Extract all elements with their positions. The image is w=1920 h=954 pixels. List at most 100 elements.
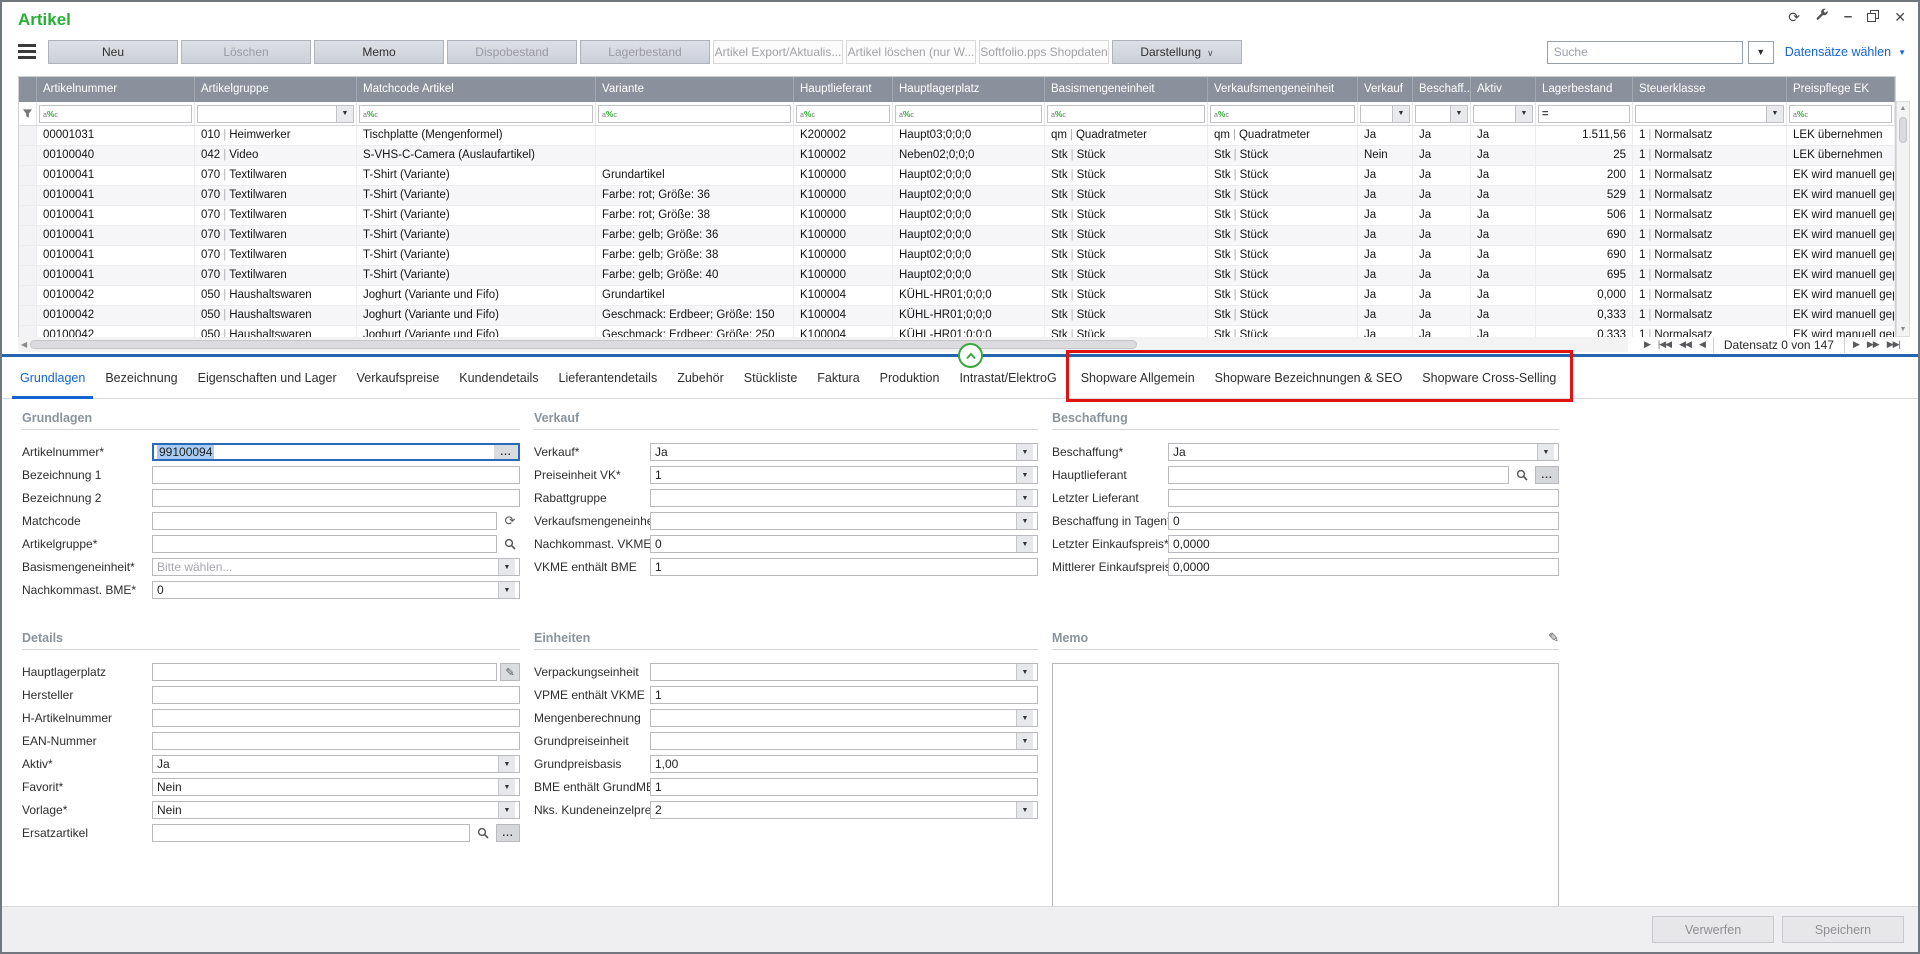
- field-artikelnummer-input[interactable]: 99100094...: [152, 443, 520, 461]
- dropdown-arrow-icon[interactable]: ▼: [1016, 664, 1033, 680]
- column-header-matchcode-artikel[interactable]: Matchcode Artikel: [357, 77, 596, 102]
- filter-dropdown-button[interactable]: ▼: [1748, 41, 1774, 64]
- dropdown-arrow-icon[interactable]: ▼: [1016, 513, 1033, 529]
- filter-input-lagerbestand[interactable]: =: [1538, 105, 1630, 123]
- field-vkme-enthalt-bme-input[interactable]: 1: [650, 558, 1038, 576]
- filter-input-verkaufsmengeneinheit[interactable]: a%c: [1210, 105, 1355, 123]
- filter-input-verkauf[interactable]: [1360, 105, 1393, 123]
- field-verkaufsmengeneinheit-input[interactable]: ▼: [650, 512, 1038, 530]
- field-matchcode-input[interactable]: [152, 512, 497, 530]
- table-row[interactable]: 00001031010|HeimwerkerTischplatte (Menge…: [19, 126, 1895, 146]
- dropdown-arrow-icon[interactable]: ▼: [498, 582, 515, 598]
- tab-faktura[interactable]: Faktura: [807, 357, 869, 399]
- filter-input-artikelnummer[interactable]: a%c: [39, 105, 192, 123]
- field-h-artikelnummer-input[interactable]: [152, 709, 520, 727]
- field-artikelgruppe-input[interactable]: [152, 535, 497, 553]
- column-header-steuerklasse[interactable]: Steuerklasse: [1633, 77, 1787, 102]
- nav-prev[interactable]: ◀: [1699, 339, 1705, 350]
- toolbar-button-artikel-export-aktualis[interactable]: Artikel Export/Aktualis...: [713, 40, 843, 64]
- refresh-icon[interactable]: ⟳: [500, 512, 520, 530]
- filter-cell-beschaff[interactable]: ▼: [1413, 102, 1471, 125]
- filter-input-matchcode-artikel[interactable]: a%c: [359, 105, 593, 123]
- field-grundpreiseinheit-input[interactable]: ▼: [650, 732, 1038, 750]
- column-header-aktiv[interactable]: Aktiv: [1471, 77, 1536, 102]
- field-bezeichnung-1-input[interactable]: [152, 466, 520, 484]
- filter-input-artikelgruppe[interactable]: [197, 105, 337, 123]
- field-ersatzartikel-input[interactable]: [152, 824, 470, 842]
- nav-fast-forward[interactable]: ▶▶: [1867, 339, 1879, 350]
- filter-cell-verkauf[interactable]: ▼: [1358, 102, 1413, 125]
- toolbar-button-loschen[interactable]: Löschen: [181, 40, 311, 64]
- field-nachkommast-bme-input[interactable]: 0▼: [152, 581, 520, 599]
- search-input[interactable]: [1547, 41, 1743, 64]
- field-beschaffung-in-tagen-input[interactable]: 0: [1168, 512, 1559, 530]
- filter-input-steuerklasse[interactable]: [1635, 105, 1767, 123]
- filter-cell-hauptlagerplatz[interactable]: a%c: [893, 102, 1045, 125]
- dropdown-arrow-icon[interactable]: ▼: [498, 779, 515, 795]
- table-row[interactable]: 00100040042|VideoS-VHS-C-Camera (Auslauf…: [19, 146, 1895, 166]
- column-header-artikelnummer[interactable]: Artikelnummer: [37, 77, 195, 102]
- field-bezeichnung-2-input[interactable]: [152, 489, 520, 507]
- field-hauptlieferant-input[interactable]: [1168, 466, 1509, 484]
- nav-detail[interactable]: ▶: [1644, 339, 1650, 350]
- filter-input-hauptlieferant[interactable]: a%c: [796, 105, 890, 123]
- dropdown-arrow-icon[interactable]: ▼: [1537, 444, 1554, 460]
- column-header-hauptlagerplatz[interactable]: Hauptlagerplatz: [893, 77, 1045, 102]
- table-row[interactable]: 00100041070|TextilwarenT-Shirt (Variante…: [19, 206, 1895, 226]
- field-basismengeneinheit-input[interactable]: Bitte wählen...▼: [152, 558, 520, 576]
- field-verkauf-input[interactable]: Ja▼: [650, 443, 1038, 461]
- dropdown-arrow-icon[interactable]: ▼: [1016, 710, 1033, 726]
- column-header-beschaff[interactable]: Beschaff...: [1413, 77, 1471, 102]
- nav-first[interactable]: |◀◀: [1658, 339, 1671, 350]
- toolbar-button-artikel-loschen-nur-w[interactable]: Artikel löschen (nur W...: [846, 40, 976, 64]
- filter-cell-artikelnummer[interactable]: a%c: [37, 102, 195, 125]
- field-bme-enthalt-grundme-input[interactable]: 1: [650, 778, 1038, 796]
- column-header-artikelgruppe[interactable]: Artikelgruppe: [195, 77, 357, 102]
- dropdown-arrow-icon[interactable]: ▼: [1016, 490, 1033, 506]
- filter-input-preispflege-ek[interactable]: a%c: [1789, 105, 1892, 123]
- dropdown-arrow-icon[interactable]: ▼: [498, 802, 515, 818]
- table-row[interactable]: 00100041070|TextilwarenT-Shirt (Variante…: [19, 266, 1895, 286]
- tab-stuckliste[interactable]: Stückliste: [734, 357, 808, 399]
- tab-bezeichnung[interactable]: Bezeichnung: [95, 357, 187, 399]
- grid-vertical-scrollbar[interactable]: ▲ ▼: [1896, 101, 1910, 337]
- footer-button-speichern[interactable]: Speichern: [1782, 916, 1904, 943]
- tab-eigenschaften-und-lager[interactable]: Eigenschaften und Lager: [188, 357, 347, 399]
- table-row[interactable]: 00100041070|TextilwarenT-Shirt (Variante…: [19, 246, 1895, 266]
- filter-input-variante[interactable]: a%c: [598, 105, 791, 123]
- field-rabattgruppe-input[interactable]: ▼: [650, 489, 1038, 507]
- nav-last[interactable]: ▶▶|: [1887, 339, 1900, 350]
- filter-input-basismengeneinheit[interactable]: a%c: [1047, 105, 1205, 123]
- restore-icon[interactable]: [1867, 9, 1879, 25]
- pencil-icon[interactable]: ✎: [1548, 630, 1559, 646]
- column-header-variante[interactable]: Variante: [596, 77, 794, 102]
- filter-cell-steuerklasse[interactable]: ▼: [1633, 102, 1787, 125]
- toolbar-button-dispobestand[interactable]: Dispobestand: [447, 40, 577, 64]
- pencil-icon[interactable]: ✎: [500, 663, 520, 681]
- search-icon[interactable]: [1512, 466, 1532, 484]
- memo-textarea[interactable]: [1052, 663, 1559, 913]
- tab-produktion[interactable]: Produktion: [870, 357, 950, 399]
- dropdown-arrow-icon[interactable]: ▼: [1016, 444, 1033, 460]
- filter-cell-matchcode-artikel[interactable]: a%c: [357, 102, 596, 125]
- scroll-down-icon[interactable]: ▼: [1900, 323, 1907, 336]
- filter-dropdown-icon[interactable]: ▼: [337, 105, 354, 123]
- filter-input-aktiv[interactable]: [1473, 105, 1516, 123]
- toolbar-button-darstellung[interactable]: Darstellung∨: [1112, 40, 1242, 64]
- nav-next[interactable]: ▶: [1853, 339, 1859, 350]
- table-row[interactable]: 00100042050|HaushaltswarenJoghurt (Varia…: [19, 306, 1895, 326]
- tab-kundendetails[interactable]: Kundendetails: [449, 357, 548, 399]
- ellipsis-button[interactable]: ...: [1535, 466, 1559, 484]
- field-aktiv-input[interactable]: Ja▼: [152, 755, 520, 773]
- search-icon[interactable]: [500, 535, 520, 553]
- filter-cell-preispflege-ek[interactable]: a%c: [1787, 102, 1895, 125]
- field-ean-nummer-input[interactable]: [152, 732, 520, 750]
- collapse-panel-button[interactable]: [958, 343, 983, 368]
- filter-cell-verkaufsmengeneinheit[interactable]: a%c: [1208, 102, 1358, 125]
- field-hersteller-input[interactable]: [152, 686, 520, 704]
- tab-shopware-cross-selling[interactable]: Shopware Cross-Selling: [1412, 357, 1566, 399]
- field-mittlerer-einkaufspreis-input[interactable]: 0,0000: [1168, 558, 1559, 576]
- table-row[interactable]: 00100042050|HaushaltswarenJoghurt (Varia…: [19, 286, 1895, 306]
- ellipsis-button[interactable]: ...: [496, 824, 520, 842]
- tab-zubehor[interactable]: Zubehör: [667, 357, 734, 399]
